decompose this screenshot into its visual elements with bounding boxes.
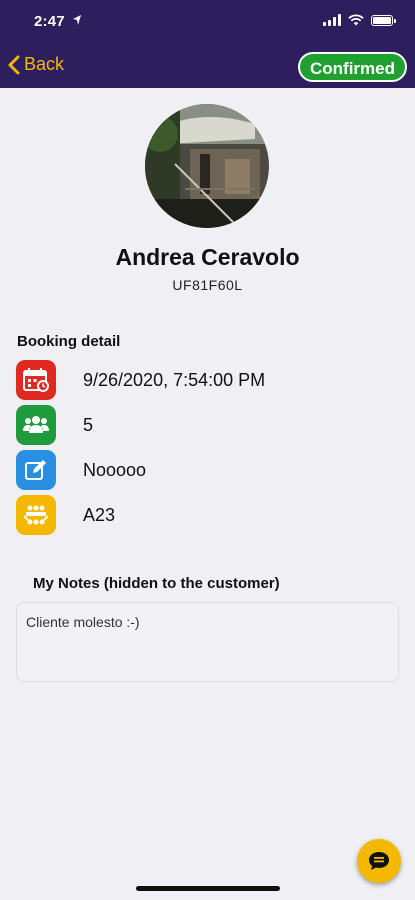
booking-guests-row: 5 (16, 405, 93, 445)
booking-table-row: A23 (16, 495, 115, 535)
notes-field[interactable]: Cliente molesto :-) (16, 602, 399, 682)
chat-icon (369, 852, 389, 870)
avatar (145, 104, 269, 228)
booking-guests: 5 (83, 414, 94, 435)
calendar-icon (16, 360, 56, 400)
top-bar: 2:47 Back Confirmed (0, 0, 415, 88)
booking-table: A23 (83, 504, 116, 525)
status-time: 2:47 (34, 13, 65, 30)
status-icons (323, 14, 396, 26)
confirmed-status-button[interactable]: Confirmed (298, 52, 407, 82)
customer-name: Andrea Ceravolo (115, 244, 300, 270)
chat-button[interactable] (357, 839, 401, 883)
table-seat-icon (16, 495, 56, 535)
home-indicator (136, 886, 280, 891)
booking-datetime: 9/26/2020, 7:54:00 PM (83, 369, 266, 390)
back-label: Back (24, 54, 65, 74)
status-bar: 2:47 (0, 0, 415, 44)
battery-icon (371, 14, 396, 26)
booking-detail-title: Booking detail (17, 333, 121, 350)
wifi-icon (348, 14, 364, 26)
notes-title: My Notes (hidden to the customer) (33, 575, 280, 592)
location-arrow-icon (73, 15, 81, 25)
chevron-left-icon (8, 55, 20, 74)
people-icon (16, 405, 56, 445)
edit-icon (16, 450, 56, 490)
booking-note-row: Nooooo (16, 450, 146, 490)
signal-icon (323, 14, 341, 26)
booking-code: UF81F60L (172, 277, 243, 293)
booking-datetime-row: 9/26/2020, 7:54:00 PM (16, 360, 265, 400)
back-button[interactable]: Back (8, 54, 64, 75)
booking-note: Nooooo (83, 459, 147, 480)
